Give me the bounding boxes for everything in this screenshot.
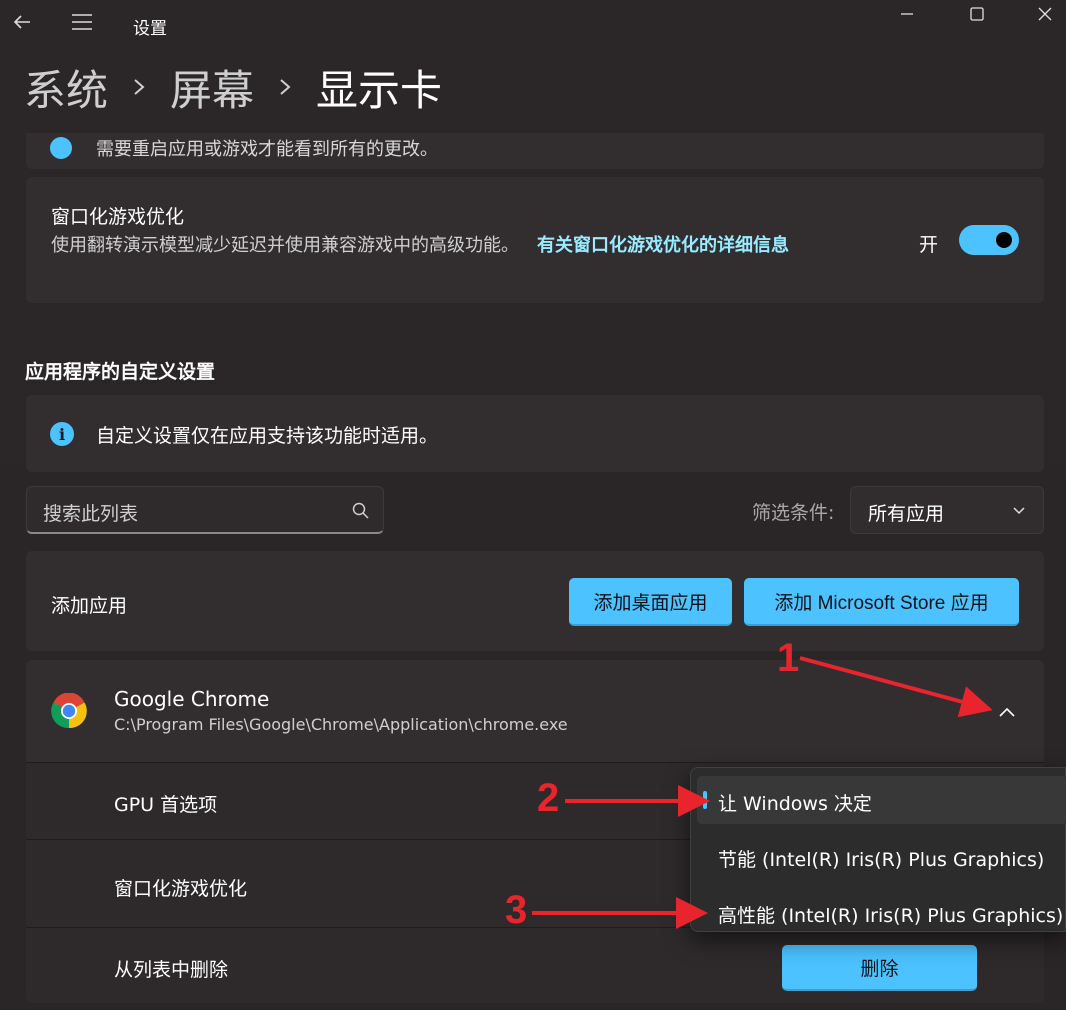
- gpu-preference-label: GPU 首选项: [114, 794, 218, 816]
- chevron-right-icon: [108, 77, 170, 97]
- gpu-option-label: 高性能 (Intel(R) Iris(R) Plus Graphics): [718, 905, 1064, 927]
- add-app-card: 添加应用 添加桌面应用 添加 Microsoft Store 应用: [26, 551, 1044, 651]
- filter-label: 筛选条件:: [752, 502, 835, 524]
- remove-label: 从列表中删除: [114, 959, 229, 981]
- chevron-down-icon: [1013, 507, 1025, 515]
- maximize-icon: [970, 7, 984, 21]
- maximize-button[interactable]: [954, 0, 1000, 28]
- custom-settings-info-card: i 自定义设置仅在应用支持该功能时适用。: [26, 395, 1044, 472]
- app-wgo-label: 窗口化游戏优化: [114, 878, 248, 900]
- search-placeholder: 搜索此列表: [43, 503, 139, 525]
- app-path: C:\Program Files\Google\Chrome\Applicati…: [114, 715, 568, 734]
- add-desktop-app-button[interactable]: 添加桌面应用: [569, 578, 732, 626]
- breadcrumb-item-system[interactable]: 系统: [24, 57, 108, 118]
- add-store-app-button[interactable]: 添加 Microsoft Store 应用: [744, 578, 1019, 626]
- breadcrumb: 系统 屏幕 显示卡: [24, 58, 442, 116]
- windowed-game-optimization-card: 窗口化游戏优化 使用翻转演示模型减少延迟并使用兼容游戏中的高级功能。 有关窗口化游…: [26, 177, 1044, 303]
- gpu-option-label: 节能 (Intel(R) Iris(R) Plus Graphics): [718, 849, 1045, 871]
- filter-dropdown[interactable]: 所有应用: [850, 486, 1044, 534]
- back-arrow-icon: [13, 15, 30, 29]
- title-bar: 设置: [0, 0, 1066, 50]
- wgo-toggle-switch[interactable]: [959, 225, 1019, 255]
- app-entry-chrome[interactable]: Google Chrome C:\Program Files\Google\Ch…: [26, 660, 1044, 762]
- back-button[interactable]: [8, 8, 36, 36]
- close-icon: [1038, 7, 1052, 21]
- hamburger-icon: [72, 14, 92, 30]
- toggle-state-label: 开: [919, 234, 939, 256]
- info-icon: [50, 137, 72, 159]
- settings-window: 设置 系统 屏幕 显示卡 需要重启应用或游戏才能看到所有的更改。 窗口化游戏优化: [0, 0, 1066, 1010]
- search-input[interactable]: 搜索此列表: [26, 486, 384, 534]
- minimize-icon: [901, 13, 913, 15]
- wgo-description: 使用翻转演示模型减少延迟并使用兼容游戏中的高级功能。 有关窗口化游戏优化的详细信息: [51, 232, 901, 260]
- page-title: 显示卡: [316, 65, 443, 115]
- chevron-up-icon[interactable]: [996, 702, 1018, 724]
- wgo-description-text: 使用翻转演示模型减少延迟并使用兼容游戏中的高级功能。: [51, 235, 519, 256]
- gpu-option-let-windows-decide[interactable]: 让 Windows 决定: [697, 776, 1066, 824]
- info-text: 自定义设置仅在应用支持该功能时适用。: [96, 425, 439, 447]
- wgo-title: 窗口化游戏优化: [51, 206, 185, 228]
- info-icon: i: [50, 422, 74, 446]
- navigation-menu-button[interactable]: [68, 8, 96, 36]
- gpu-option-label: 让 Windows 决定: [718, 793, 872, 815]
- restart-notice-card: 需要重启应用或游戏才能看到所有的更改。: [26, 133, 1044, 169]
- selection-indicator: [703, 791, 707, 809]
- remove-from-list-row: 从列表中删除 删除: [26, 927, 1044, 1003]
- filter-value: 所有应用: [868, 503, 945, 525]
- add-app-label: 添加应用: [51, 595, 128, 617]
- gpu-option-power-saving[interactable]: 节能 (Intel(R) Iris(R) Plus Graphics): [697, 832, 1066, 880]
- wgo-learn-more-link[interactable]: 有关窗口化游戏优化的详细信息: [537, 235, 789, 256]
- app-title: 设置: [133, 19, 167, 39]
- gpu-option-high-performance[interactable]: 高性能 (Intel(R) Iris(R) Plus Graphics): [697, 888, 1066, 936]
- chevron-right-icon: [254, 77, 316, 97]
- search-icon: [352, 502, 369, 519]
- delete-button[interactable]: 删除: [782, 945, 977, 991]
- toggle-knob: [996, 232, 1012, 248]
- section-heading-app-custom: 应用程序的自定义设置: [25, 361, 216, 383]
- settings-content: 需要重启应用或游戏才能看到所有的更改。 窗口化游戏优化 使用翻转演示模型减少延迟…: [0, 133, 1066, 1010]
- close-button[interactable]: [1022, 0, 1066, 28]
- app-name: Google Chrome: [114, 687, 270, 711]
- chrome-logo-icon: [51, 693, 87, 729]
- restart-notice-text: 需要重启应用或游戏才能看到所有的更改。: [96, 139, 438, 160]
- breadcrumb-item-display[interactable]: 屏幕: [170, 57, 254, 118]
- minimize-button[interactable]: [884, 0, 930, 28]
- gpu-preference-dropdown-menu: 让 Windows 决定 节能 (Intel(R) Iris(R) Plus G…: [690, 767, 1066, 932]
